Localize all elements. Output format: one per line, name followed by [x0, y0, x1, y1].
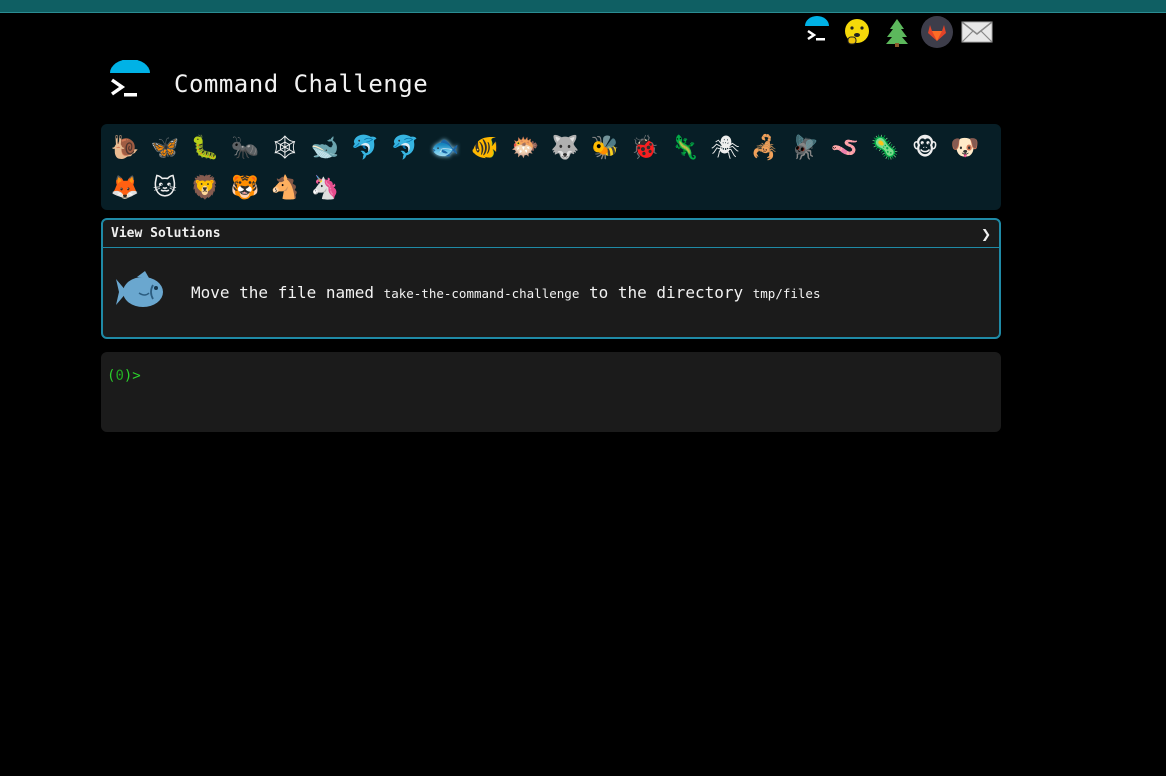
- horse-icon[interactable]: 🐴: [265, 168, 305, 208]
- prompt-count: 0: [115, 368, 124, 384]
- challenge-directory: tmp/files: [752, 285, 821, 301]
- terminal-input[interactable]: (0)>: [101, 352, 1001, 432]
- spider-icon[interactable]: 🕷: [705, 128, 745, 168]
- shark-icon[interactable]: 🐬: [385, 128, 425, 168]
- challenge-prefix: Move the file named: [191, 282, 375, 302]
- browser-bookmarks-bar: [0, 0, 1166, 13]
- terminal-prompt: (0)>: [107, 368, 141, 384]
- spider-web-icon[interactable]: 🕸: [265, 128, 305, 168]
- challenge-selector: 🐌 🦋 🐛 🐜 🕸 🐋 🐬 🐬 🐟 🐠 🐡 🐺 🐝 🐞 🦎 🕷 🦂 🪰 🪱 🦠 🐵 🐶 🦊 🐱 🦁 🐯 🐴 🦄: [101, 124, 1001, 210]
- ant-icon[interactable]: 🐜: [225, 128, 265, 168]
- tree-icon[interactable]: [881, 16, 913, 48]
- challenge-middle: to the directory: [588, 282, 744, 302]
- command-challenge-logo: [106, 59, 154, 108]
- gitlab-icon[interactable]: [921, 16, 953, 48]
- view-solutions-label: View Solutions: [111, 226, 221, 241]
- hushed-face-icon[interactable]: [841, 16, 873, 48]
- site-brand[interactable]: Command Challenge: [106, 59, 429, 108]
- fish-icon: [116, 271, 163, 307]
- lion-icon[interactable]: 🦁: [185, 168, 225, 208]
- cat-icon[interactable]: 🐱: [145, 168, 185, 208]
- butterfly-icon[interactable]: 🦋: [145, 128, 185, 168]
- page-title: Command Challenge: [174, 70, 429, 98]
- mail-icon[interactable]: [961, 16, 993, 48]
- challenge-filename: take-the-command-challenge: [383, 285, 580, 301]
- fly-icon[interactable]: 🪰: [785, 128, 825, 168]
- chevron-right-icon: ❯: [980, 226, 991, 241]
- challenge-text: Move the file named take-the-command-cha…: [191, 283, 820, 302]
- blowfish-icon[interactable]: 🐡: [505, 128, 545, 168]
- fish-icon[interactable]: 🐟: [425, 128, 465, 168]
- tropical-fish-icon[interactable]: 🐠: [465, 128, 505, 168]
- worm-icon[interactable]: 🪱: [825, 128, 865, 168]
- terminal-icon[interactable]: [801, 16, 833, 48]
- dolphin-icon[interactable]: 🐬: [345, 128, 385, 168]
- bee-icon[interactable]: 🐝: [585, 128, 625, 168]
- view-solutions-toggle[interactable]: View Solutions ❯: [103, 220, 999, 248]
- whale-icon[interactable]: 🐋: [305, 128, 345, 168]
- prompt-close: )>: [123, 368, 141, 384]
- ladybug-icon[interactable]: 🐞: [625, 128, 665, 168]
- caterpillar-icon[interactable]: 🐛: [185, 128, 225, 168]
- unicorn-icon[interactable]: 🦄: [305, 168, 345, 208]
- wolf-icon[interactable]: 🐺: [545, 128, 585, 168]
- tiger-icon[interactable]: 🐯: [225, 168, 265, 208]
- dog-icon[interactable]: 🐶: [945, 128, 985, 168]
- snail-icon[interactable]: 🐌: [105, 128, 145, 168]
- top-nav-icons: [801, 16, 993, 48]
- scorpion-icon[interactable]: 🦂: [745, 128, 785, 168]
- chimpanzee-icon[interactable]: 🐵: [905, 128, 945, 168]
- challenge-description: Move the file named take-the-command-cha…: [103, 248, 999, 336]
- fox-icon[interactable]: 🦊: [105, 168, 145, 208]
- lizard-icon[interactable]: 🦎: [665, 128, 705, 168]
- challenge-panel: View Solutions ❯ Move the file named tak…: [101, 218, 1001, 339]
- microbe-icon[interactable]: 🦠: [865, 128, 905, 168]
